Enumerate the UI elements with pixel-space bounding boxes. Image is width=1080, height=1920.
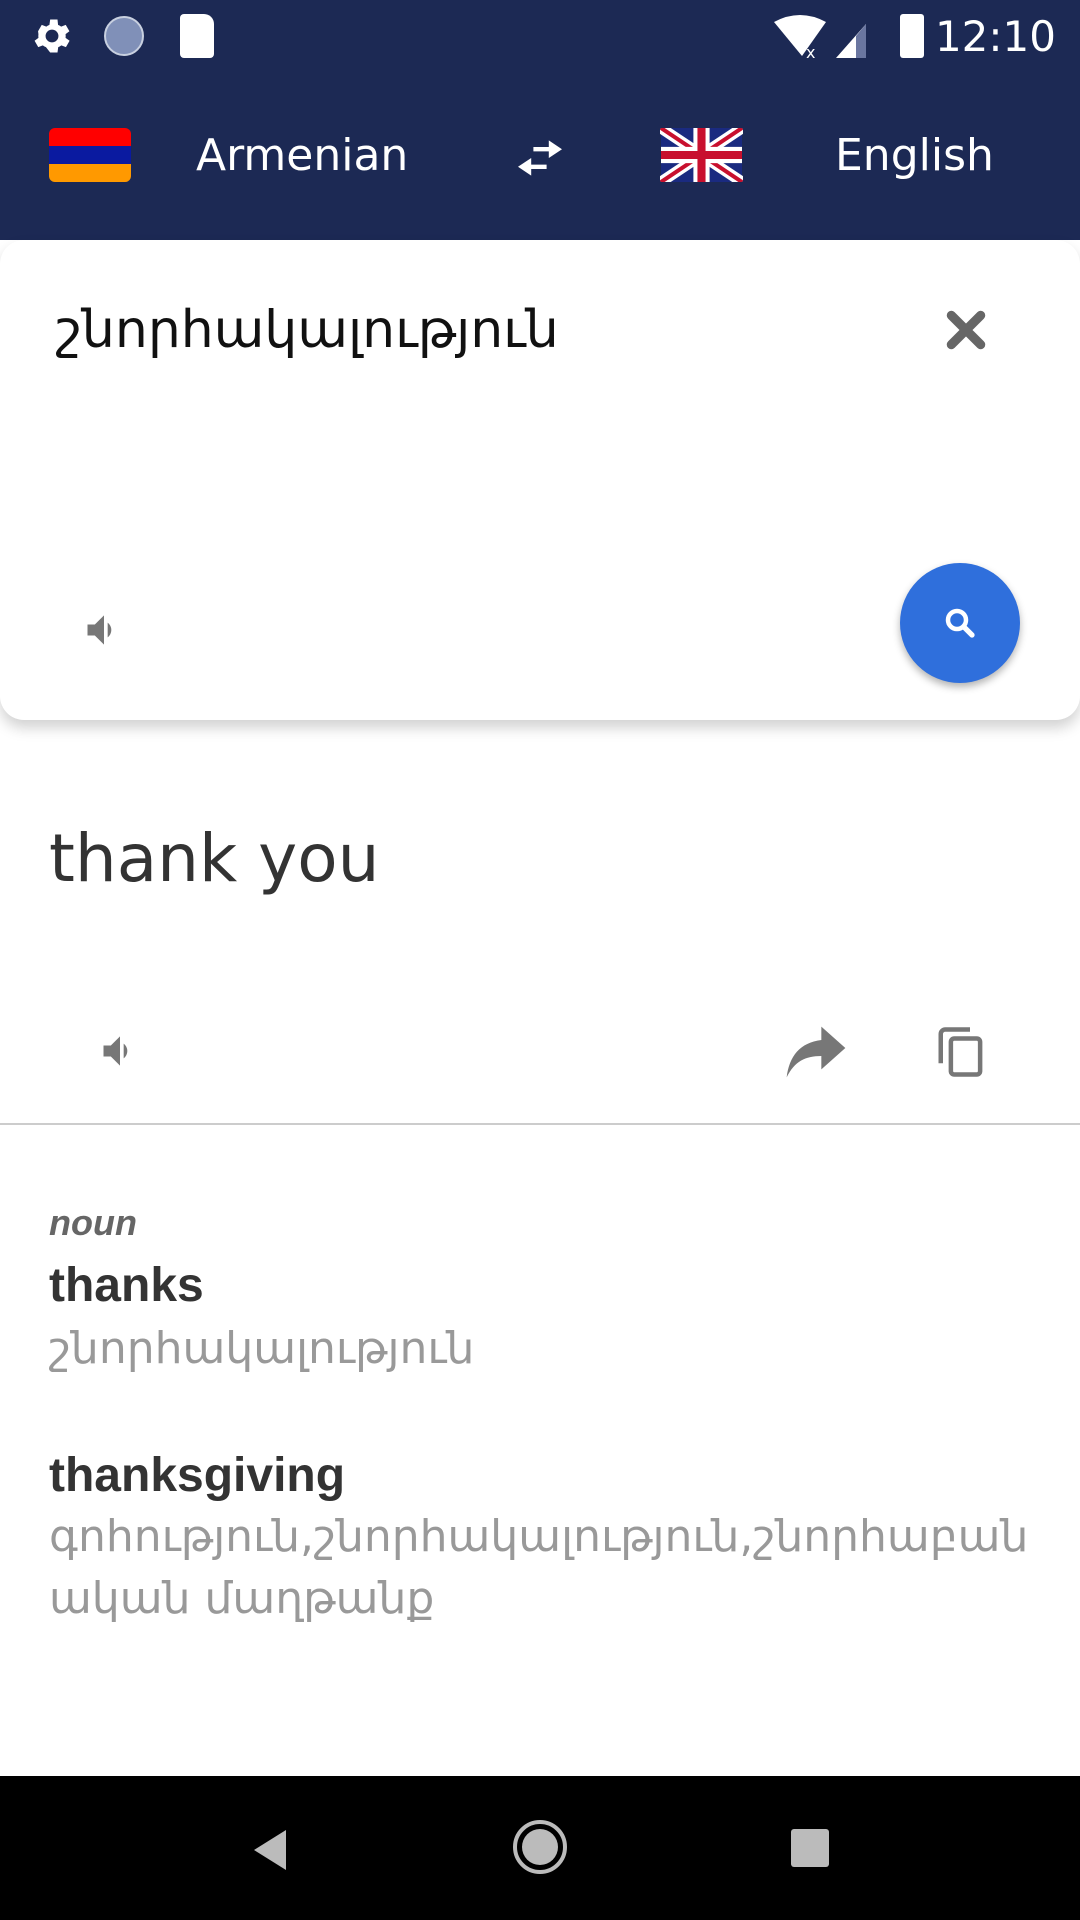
sync-icon: [104, 16, 144, 56]
dictionary-word: thanksgiving: [49, 1449, 346, 1502]
battery-icon: [900, 14, 924, 58]
translate-search-button[interactable]: [900, 563, 1020, 683]
back-icon[interactable]: [250, 1828, 290, 1872]
speaker-icon[interactable]: [98, 1029, 142, 1073]
sd-card-icon: [180, 14, 214, 58]
wifi-off-icon: x: [774, 15, 866, 60]
swap-icon[interactable]: [512, 136, 568, 180]
settings-icon: [34, 19, 70, 53]
clock: 12:10: [934, 12, 1056, 61]
target-language-button[interactable]: English: [835, 130, 994, 181]
copy-icon[interactable]: [934, 1024, 988, 1080]
home-button[interactable]: [513, 1820, 567, 1874]
speaker-icon[interactable]: [82, 608, 126, 652]
navigation-bar: [0, 1776, 1080, 1920]
search-icon: [945, 608, 975, 638]
input-card: շնորհակալություն: [0, 240, 1080, 720]
dictionary-translations: շնորհակալություն: [49, 1323, 475, 1374]
armenian-flag-icon[interactable]: [49, 128, 131, 182]
source-language-button[interactable]: Armenian: [196, 130, 408, 181]
part-of-speech: noun: [49, 1202, 137, 1243]
share-icon[interactable]: [784, 1024, 848, 1080]
uk-flag-icon[interactable]: [660, 128, 743, 182]
translation-text: thank you: [49, 820, 380, 897]
dictionary-translations: գոհություն,շնորհակալություն,շնորհաբանակա…: [49, 1511, 1029, 1624]
recents-button[interactable]: [791, 1829, 829, 1867]
home-icon: [522, 1829, 558, 1865]
dictionary-word: thanks: [49, 1259, 204, 1312]
source-text-input[interactable]: շնորհակալություն: [56, 300, 559, 360]
svg-text:x: x: [806, 43, 815, 60]
clear-icon[interactable]: [944, 308, 988, 352]
header-bar: x 12:10 Armenian English: [0, 0, 1080, 240]
divider: [0, 1123, 1080, 1125]
